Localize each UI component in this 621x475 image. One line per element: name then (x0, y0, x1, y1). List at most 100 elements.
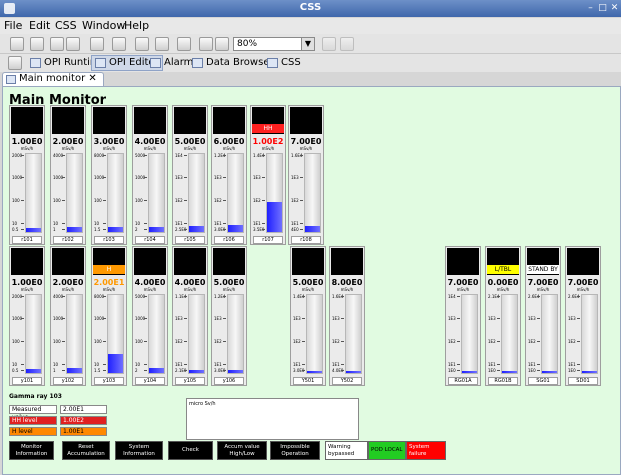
monitor-y106[interactable]: 5.00E0 mSv/h 1.2E4 1E3 1E2 1E1 3.0E0 y106 (211, 246, 247, 386)
scale-tick (144, 370, 147, 371)
monitor-y102[interactable]: 2.00E0 mSv/h 4000 1000 100 10 1 y102 (50, 246, 86, 386)
level-bar (266, 153, 283, 233)
scale-tick-label: 1E2 (214, 198, 222, 203)
cut-icon[interactable] (50, 37, 64, 51)
scale-tick (497, 341, 500, 342)
menu-css[interactable]: CSS (55, 19, 77, 32)
scale-tick (21, 296, 24, 297)
zoom-select[interactable]: 80% (233, 37, 303, 51)
monitor-sd01[interactable]: 7.00E0 mSv/h 2.6E4 1E3 1E2 1E1 1E0 SD01 (565, 246, 601, 386)
scale-tick-label: 1E1 (253, 221, 261, 226)
scale-tick-label: 1E2 (568, 339, 576, 344)
scale-tick (144, 155, 147, 156)
maximize-icon[interactable]: □ (597, 3, 608, 14)
monitor-name: y101 (12, 377, 42, 385)
new-icon[interactable] (10, 37, 24, 51)
monitor-unit: mSv/h (20, 146, 34, 151)
scale-tick-label: 1E0 (568, 368, 576, 373)
minimize-icon[interactable]: – (585, 3, 596, 14)
check-button[interactable]: Check (168, 441, 213, 460)
monitor-r107[interactable]: HH 1.00E2 mSv/h 1.4E4 1E3 1E2 1E1 3.5E0 r107 (250, 105, 286, 245)
scale-tick-label: 1E2 (528, 339, 536, 344)
close-icon[interactable]: ✕ (609, 3, 620, 14)
monitor-y105[interactable]: 4.00E0 mSv/h 1.1E4 1E3 1E2 1E1 2.1E0 y105 (172, 246, 208, 386)
monitor-display (134, 248, 166, 275)
monitor-rg01a[interactable]: 7.00E0 mSv/h 1E4 1E3 1E2 1E1 1E0 RG01A (445, 246, 481, 386)
scale-tick-label: 1E2 (293, 339, 301, 344)
system-failure-indicator: System failure (406, 441, 446, 460)
scale-tick-label: 1E1 (291, 221, 299, 226)
monitor-r104[interactable]: 4.00E0 mSv/h 5000 1000 100 10 2 r104 (132, 105, 168, 245)
scale-tick (300, 200, 303, 201)
menu-bar: File Edit CSS Window Help (0, 18, 621, 34)
monitor-information-button[interactable]: Monitor Information (9, 441, 54, 460)
layout-icon[interactable] (112, 37, 126, 51)
monitor-y101[interactable]: 1.00E0 mSv/h 2000 1000 100 10 0.5 y101 (9, 246, 45, 386)
monitor-rg01b[interactable]: L/TBL 0.00E0 mSv/h 2.1E4 1E3 1E2 1E1 1E0 RG01B (485, 246, 521, 386)
perspective-css[interactable]: CSS (263, 55, 305, 71)
tab-main-monitor[interactable]: Main monitor ✕ (2, 72, 104, 86)
level-bar (304, 153, 321, 233)
save-icon[interactable] (30, 37, 44, 51)
scale-tick (262, 177, 265, 178)
scale-tick (21, 223, 24, 224)
scale-tick-label: 1E3 (214, 316, 222, 321)
monitor-r103[interactable]: 3.00E0 mSv/h 8000 1000 100 10 1.5 r103 (91, 105, 127, 245)
monitor-y103[interactable]: H 2.00E1 mSv/h 8000 1000 100 10 1.5 y103 (91, 246, 127, 386)
monitor-r106[interactable]: 6.00E0 mSv/h 1.2E4 1E3 1E2 1E1 3.0E0 r106 (211, 105, 247, 245)
scale-tick (103, 364, 106, 365)
chevron-down-icon[interactable]: ▼ (301, 37, 315, 51)
zoom-out-icon[interactable] (215, 37, 229, 51)
monitor-name: r107 (253, 236, 283, 244)
monitor-y501[interactable]: 5.00E0 mSv/h 1.4E4 1E3 1E2 1E1 3.0E0 Y501 (290, 246, 326, 386)
accum-high-low-button[interactable]: Accum value High/Low (217, 441, 267, 460)
monitor-name: RG01A (448, 377, 478, 385)
monitor-value: 2.00E0 (52, 137, 84, 146)
undo-icon[interactable] (135, 37, 149, 51)
title-bar: CSS – □ ✕ (0, 0, 621, 17)
level-fill (305, 225, 320, 232)
impossible-operation-button[interactable]: Impossible Operation (270, 441, 320, 460)
monitor-r101[interactable]: 1.00E0 mSv/h 2000 1000 100 10 0.5 r101 (9, 105, 45, 245)
scale-tick-label: 1E1 (214, 362, 222, 367)
scale-tick-label: 1E2 (291, 198, 299, 203)
open-perspective-icon[interactable] (8, 56, 22, 70)
copy-icon[interactable] (66, 37, 80, 51)
menu-help[interactable]: Help (124, 19, 149, 32)
monitor-display (52, 107, 84, 134)
scale-tick (62, 364, 65, 365)
monitor-r105[interactable]: 5.00E0 mSv/h 1E4 1E3 1E2 1E1 2.5E0 r105 (172, 105, 208, 245)
monitor-value: 6.00E0 (213, 137, 245, 146)
level-bar (188, 153, 205, 233)
scale-tick (103, 223, 106, 224)
monitor-y104[interactable]: 4.00E0 mSv/h 5000 1000 100 10 2 y104 (132, 246, 168, 386)
level-fill (67, 368, 82, 373)
redo-icon[interactable] (155, 37, 169, 51)
link-icon[interactable] (177, 37, 191, 51)
monitor-r102[interactable]: 2.00E0 mSv/h 4000 1000 100 10 1 r102 (50, 105, 86, 245)
zoom-in-icon[interactable] (199, 37, 213, 51)
monitor-name: y103 (94, 377, 124, 385)
menu-edit[interactable]: Edit (29, 19, 50, 32)
system-information-button[interactable]: System Information (115, 441, 163, 460)
monitor-y502[interactable]: 8.00E0 mSv/h 1.6E4 1E3 1E2 1E1 4.0E0 Y502 (329, 246, 365, 386)
monitor-sg01[interactable]: STAND BY 7.00E0 mSv/h 2.6E4 1E3 1E2 1E1 1E0 SG01 (525, 246, 561, 386)
back-icon[interactable] (322, 37, 336, 51)
forward-icon[interactable] (340, 37, 354, 51)
scale-tick (457, 364, 460, 365)
monitor-r108[interactable]: 7.00E0 mSv/h 1.6E4 1E3 1E2 1E1 4E0 r108 (288, 105, 324, 245)
level-fill (307, 370, 322, 373)
menu-window[interactable]: Window (82, 19, 125, 32)
scale-tick-label: 1E1 (332, 362, 340, 367)
monitor-unit: mSv/h (496, 287, 510, 292)
scale-tick (497, 370, 500, 371)
scale-tick (300, 223, 303, 224)
scale-tick (144, 229, 147, 230)
scale-tick-label: 1 (53, 227, 56, 232)
scale-tick (497, 364, 500, 365)
reset-accumulation-button[interactable]: Reset Accumulation (62, 441, 110, 460)
scale-tick (537, 364, 540, 365)
monitor-unit: mSv/h (183, 287, 197, 292)
run-icon[interactable] (90, 37, 104, 51)
menu-file[interactable]: File (4, 19, 22, 32)
